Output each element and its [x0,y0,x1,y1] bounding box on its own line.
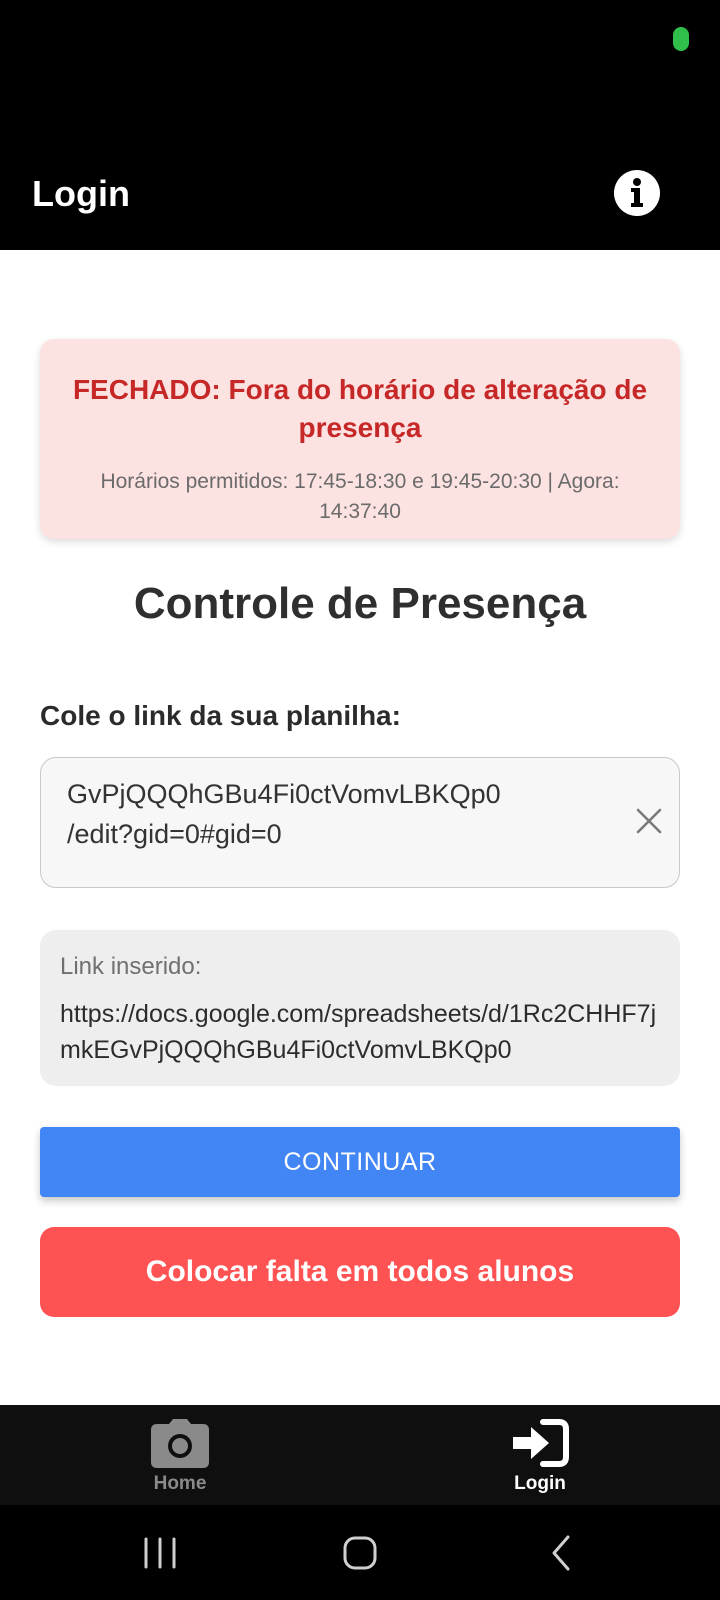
status-bar [0,0,720,150]
spreadsheet-link-input[interactable]: GvPjQQQhGBu4Fi0ctVomvLBKQp0 /edit?gid=0#… [40,757,680,888]
app-header: Login [0,150,720,250]
tab-login[interactable]: Login [360,1405,720,1505]
alert-schedule-text: Horários permitidos: 17:45-18:30 e 19:45… [100,470,620,523]
header-title: Login [32,173,130,214]
system-navigation-bar [0,1505,720,1600]
inserted-link-label: Link inserido: [60,953,202,980]
camera-icon [149,1418,211,1468]
tab-login-label: Login [514,1473,566,1494]
tab-home[interactable]: Home [0,1405,360,1505]
page-title: Controle de Presença [133,579,587,628]
login-screen: Login FECHADO: Fora do horário de altera… [0,0,720,1600]
closed-alert-card: FECHADO: Fora do horário de alteração de… [40,339,680,539]
info-icon[interactable] [614,170,660,216]
alert-title: FECHADO: Fora do horário de alteração de… [72,374,648,443]
bottom-tab-bar: Home Login [0,1405,720,1505]
home-nav-icon[interactable] [338,1531,382,1575]
link-input-value[interactable]: GvPjQQQhGBu4Fi0ctVomvLBKQp0 /edit?gid=0#… [67,758,607,854]
inserted-link-box: Link inserido: https://docs.google.com/s… [40,930,680,1086]
recent-apps-icon[interactable] [138,1531,182,1575]
privacy-indicator-dot [673,27,689,51]
link-field-label: Cole o link da sua planilha: [40,700,401,731]
sign-in-icon [509,1418,571,1468]
tab-home-label: Home [153,1473,207,1494]
clear-icon[interactable] [629,801,669,841]
continue-button[interactable]: CONTINUAR [40,1127,680,1197]
inserted-link-value: https://docs.google.com/spreadsheets/d/1… [60,1000,657,1064]
link-input-line-2: /edit?gid=0#gid=0 [67,819,282,849]
mark-all-absent-button[interactable]: Colocar falta em todos alunos [40,1227,680,1317]
link-input-line-1: GvPjQQQhGBu4Fi0ctVomvLBKQp0 [67,779,501,809]
back-nav-icon[interactable] [540,1531,584,1575]
